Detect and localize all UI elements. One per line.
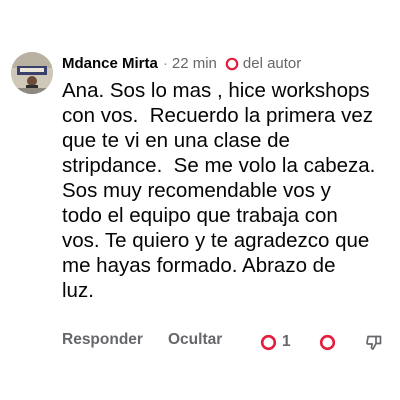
comment-text-line: con vos. Recuerdo la primera vez <box>62 104 374 127</box>
heart-outline-icon <box>225 57 239 71</box>
comment-text: Ana. Sos lo mas , hice workshops con vos… <box>62 78 392 303</box>
react-button[interactable] <box>319 331 336 353</box>
author-name[interactable]: Mdance Mirta <box>62 55 158 72</box>
comment-header: Mdance Mirta · 22 min del autor <box>62 55 301 72</box>
comment-text-line: todo el equipo que trabaja con <box>62 204 338 227</box>
heart-outline-icon <box>260 334 277 351</box>
author-badge-label: del autor <box>242 55 302 72</box>
reaction-count-value: 1 <box>282 333 291 350</box>
dislike-button[interactable] <box>365 331 383 353</box>
heart-outline-icon <box>319 334 336 351</box>
reply-button[interactable]: Responder <box>62 331 143 349</box>
comment-text-line: Sos muy recomendable vos y <box>62 179 331 202</box>
hide-button[interactable]: Ocultar <box>168 331 222 349</box>
avatar[interactable] <box>11 52 53 94</box>
timestamp[interactable]: 22 min <box>172 55 217 72</box>
comment-text-line: Ana. Sos lo mas , hice workshops <box>62 79 370 102</box>
comment-text-line: luz. <box>62 279 94 302</box>
separator-dot: · <box>162 55 168 72</box>
reaction-count[interactable]: 1 <box>260 331 291 353</box>
comment: Mdance Mirta · 22 min del autor Ana. Sos… <box>0 0 400 400</box>
comment-actions: Responder Ocultar 1 <box>62 331 392 353</box>
comment-text-line: vos. Te quiero y te agradezco que <box>62 229 370 252</box>
comment-text-line: me hayas formado. Abrazo de <box>62 254 336 277</box>
avatar-image <box>11 52 53 94</box>
comment-text-line: que te vi en una clase de <box>62 129 290 152</box>
comment-text-line: stripdance. Se me volo la cabeza. <box>62 154 376 177</box>
thumbs-down-icon <box>365 333 383 351</box>
